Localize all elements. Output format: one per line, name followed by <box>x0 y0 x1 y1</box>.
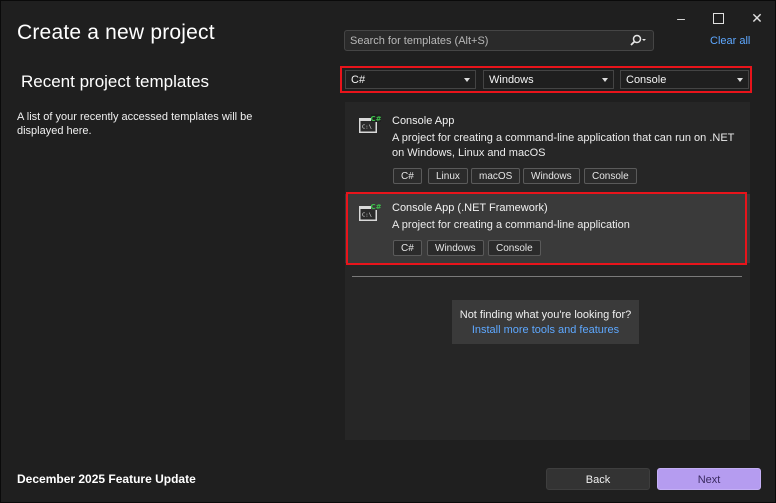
template-tag: macOS <box>471 168 521 184</box>
left-pane: Create a new project Recent project temp… <box>1 1 331 456</box>
minimize-button[interactable]: – <box>666 7 696 29</box>
close-button[interactable]: ✕ <box>742 7 772 29</box>
not-finding-text: Not finding what you're looking for? <box>459 309 632 321</box>
template-list: C# C:\ Console App A project for creatin… <box>345 102 750 440</box>
template-search-box[interactable]: Search for templates (Alt+S) <box>344 30 654 51</box>
svg-text:C:\: C:\ <box>362 125 372 131</box>
page-title: Create a new project <box>17 21 215 44</box>
recent-templates-description: A list of your recently accessed templat… <box>17 111 253 137</box>
template-tag: Linux <box>428 168 468 184</box>
search-input[interactable]: Search for templates (Alt+S) <box>350 35 488 47</box>
maximize-button[interactable] <box>703 7 733 29</box>
search-icon[interactable] <box>629 34 647 48</box>
back-button[interactable]: Back <box>546 468 650 490</box>
selected-template-highlight <box>346 192 747 265</box>
create-project-dialog: – ✕ Create a new project Recent project … <box>0 0 776 503</box>
feature-update-label: December 2025 Feature Update <box>17 472 196 486</box>
maximize-icon <box>712 12 724 24</box>
template-tag: Windows <box>523 168 580 184</box>
list-divider <box>352 276 742 277</box>
template-title: Console App <box>392 115 455 127</box>
install-more-tools-link[interactable]: Install more tools and features <box>452 324 639 336</box>
svg-text:C#: C# <box>370 115 381 123</box>
next-button[interactable]: Next <box>657 468 761 490</box>
template-tag: C# <box>393 168 422 184</box>
clear-all-link[interactable]: Clear all <box>710 35 750 47</box>
not-finding-box: Not finding what you're looking for? Ins… <box>452 300 639 344</box>
template-tag: Console <box>584 168 637 184</box>
template-item-console-app[interactable]: C# C:\ Console App A project for creatin… <box>345 102 750 190</box>
template-description: A project for creating a command-line ap… <box>392 132 735 159</box>
filters-highlight <box>340 66 752 93</box>
console-app-icon: C# C:\ <box>359 114 381 133</box>
recent-templates-heading: Recent project templates <box>21 72 210 91</box>
